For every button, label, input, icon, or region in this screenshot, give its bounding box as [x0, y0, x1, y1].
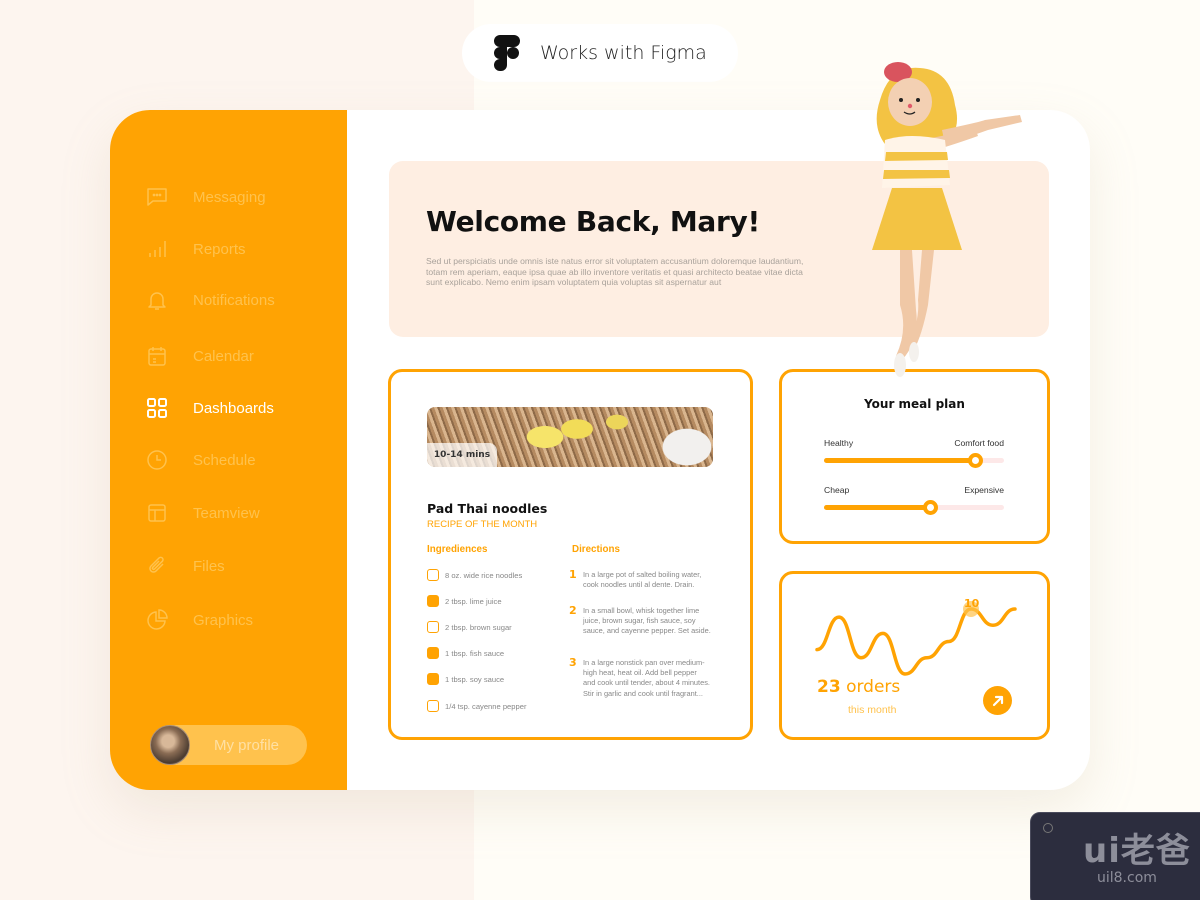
ingredient-checkbox[interactable] [427, 700, 439, 712]
ingredients-heading: Ingrediences [427, 544, 488, 555]
character-shirt [882, 136, 950, 188]
sidebar-item-dashboards[interactable]: Dashboards [146, 393, 274, 423]
ingredient-text: 2 tbsp. brown sugar [445, 622, 512, 632]
ingredient-text: 1/4 tsp. cayenne pepper [445, 701, 527, 711]
sidebar-item-messaging[interactable]: Messaging [146, 182, 266, 212]
grid-icon [146, 397, 168, 419]
pie-chart-icon [146, 609, 168, 631]
slider-handle[interactable] [968, 453, 984, 468]
ingredient-checkbox[interactable] [427, 595, 439, 607]
watermark-logo: ui老爸 [1083, 831, 1191, 871]
ingredient-text: 2 tbsp. lime juice [445, 596, 502, 606]
recipe-title: Pad Thai noodles [427, 501, 548, 516]
ingredient-text: 1 tbsp. fish sauce [445, 648, 505, 658]
orders-count-number: 23 [817, 677, 841, 697]
sidebar-item-reports[interactable]: Reports [146, 234, 246, 264]
meal-plan-title: Your meal plan [864, 397, 965, 411]
layout-icon [146, 502, 168, 524]
sidebar-item-files[interactable]: Files [146, 551, 225, 581]
chat-bubble-icon [146, 186, 168, 208]
peak-label: 10 [964, 597, 980, 610]
sidebar-item-schedule[interactable]: Schedule [146, 445, 256, 475]
ingredient-checkbox[interactable] [427, 621, 439, 633]
sidebar-item-label: Dashboards [193, 399, 274, 417]
sidebar-item-teamview[interactable]: Teamview [146, 498, 260, 528]
orders-period: this month [848, 704, 897, 716]
slider-track[interactable] [824, 453, 1004, 468]
step-number: 2 [569, 604, 577, 617]
ingredient-text: 1 tbsp. soy sauce [445, 674, 505, 684]
sidebar-item-label: Reports [193, 240, 246, 258]
sidebar: Messaging Reports Notifications Calendar… [110, 110, 347, 790]
slider-track[interactable] [824, 500, 1004, 515]
ingredient-checkbox[interactable] [427, 569, 439, 581]
sidebar-item-label: Teamview [193, 504, 260, 522]
sidebar-item-graphics[interactable]: Graphics [146, 605, 253, 635]
ingredient-item: 2 tbsp. lime juice [427, 594, 502, 608]
watermark: ui老爸 uil8.com [1030, 812, 1200, 900]
sidebar-item-label: Graphics [193, 611, 254, 629]
paperclip-icon [146, 555, 168, 577]
works-with-figma-badge: Works with Figma [462, 24, 738, 82]
ingredient-checkbox[interactable] [427, 673, 439, 685]
sidebar-item-label: Messaging [193, 188, 266, 206]
slider-min-label: Cheap [824, 485, 850, 495]
slider-max-label: Expensive [964, 485, 1004, 495]
ingredient-item: 1/4 tsp. cayenne pepper [427, 699, 526, 713]
slider-max-label: Comfort food [954, 438, 1004, 448]
character-illustration [872, 62, 1022, 377]
orders-count: 23 orders [817, 677, 900, 697]
step-text: In a large nonstick pan over medium-high… [583, 658, 710, 698]
ingredient-item: 8 oz. wide rice noodles [427, 568, 522, 582]
sidebar-item-label: Schedule [193, 451, 256, 469]
ingredient-text: 8 oz. wide rice noodles [445, 570, 523, 580]
slider-fill [824, 505, 931, 510]
step-number: 1 [569, 568, 577, 581]
sidebar-item-calendar[interactable]: Calendar [146, 341, 254, 371]
orders-count-unit: orders [846, 677, 901, 697]
cook-time-badge: 10-14 mins [427, 443, 497, 467]
bell-icon [146, 289, 168, 311]
recipe-image: 10-14 mins [427, 407, 713, 467]
arrow-up-right-icon [992, 695, 1003, 706]
my-profile-button[interactable]: My profile [150, 725, 307, 765]
slider-handle[interactable] [923, 500, 939, 515]
directions-heading: Directions [572, 544, 620, 555]
recipe-subtitle: RECIPE OF THE MONTH [427, 519, 538, 530]
step-text: In a large pot of salted boiling water, … [583, 570, 702, 590]
sidebar-item-label: Files [193, 557, 225, 575]
slider-fill [824, 458, 976, 463]
tag-hole-icon [1043, 823, 1053, 833]
ingredient-item: 2 tbsp. brown sugar [427, 620, 512, 634]
orders-card: 10 23 orders this month [779, 571, 1050, 740]
step-number: 3 [569, 656, 577, 669]
orders-trend-chart [815, 601, 1017, 676]
bar-chart-icon [146, 238, 168, 260]
sidebar-item-label: Notifications [193, 291, 275, 309]
ingredient-item: 1 tbsp. fish sauce [427, 646, 504, 660]
orders-trend-line [815, 607, 1017, 676]
step-text: In a small bowl, whisk together lime jui… [583, 606, 711, 636]
calendar-icon [146, 345, 168, 367]
ingredient-checkbox[interactable] [427, 647, 439, 659]
figma-logo-icon [494, 35, 520, 71]
clock-icon [146, 449, 168, 471]
badge-text: Works with Figma [540, 42, 707, 64]
meal-plan-card: Your meal plan Healthy Comfort food Chea… [779, 369, 1050, 544]
watermark-url: uil8.com [1097, 870, 1157, 886]
profile-label: My profile [214, 736, 280, 754]
welcome-body: Sed ut perspiciatis unde omnis iste natu… [426, 256, 804, 288]
character-skirt [872, 188, 962, 250]
character-face [888, 78, 932, 126]
recipe-card: 10-14 mins Pad Thai noodles RECIPE OF TH… [388, 369, 753, 740]
sidebar-item-label: Calendar [193, 347, 254, 365]
avatar [150, 725, 190, 765]
open-orders-button[interactable] [983, 686, 1012, 715]
ingredient-item: 1 tbsp. soy sauce [427, 672, 504, 686]
slider-min-label: Healthy [824, 438, 854, 448]
welcome-title: Welcome Back, Mary! [426, 205, 760, 238]
sidebar-item-notifications[interactable]: Notifications [146, 285, 275, 315]
